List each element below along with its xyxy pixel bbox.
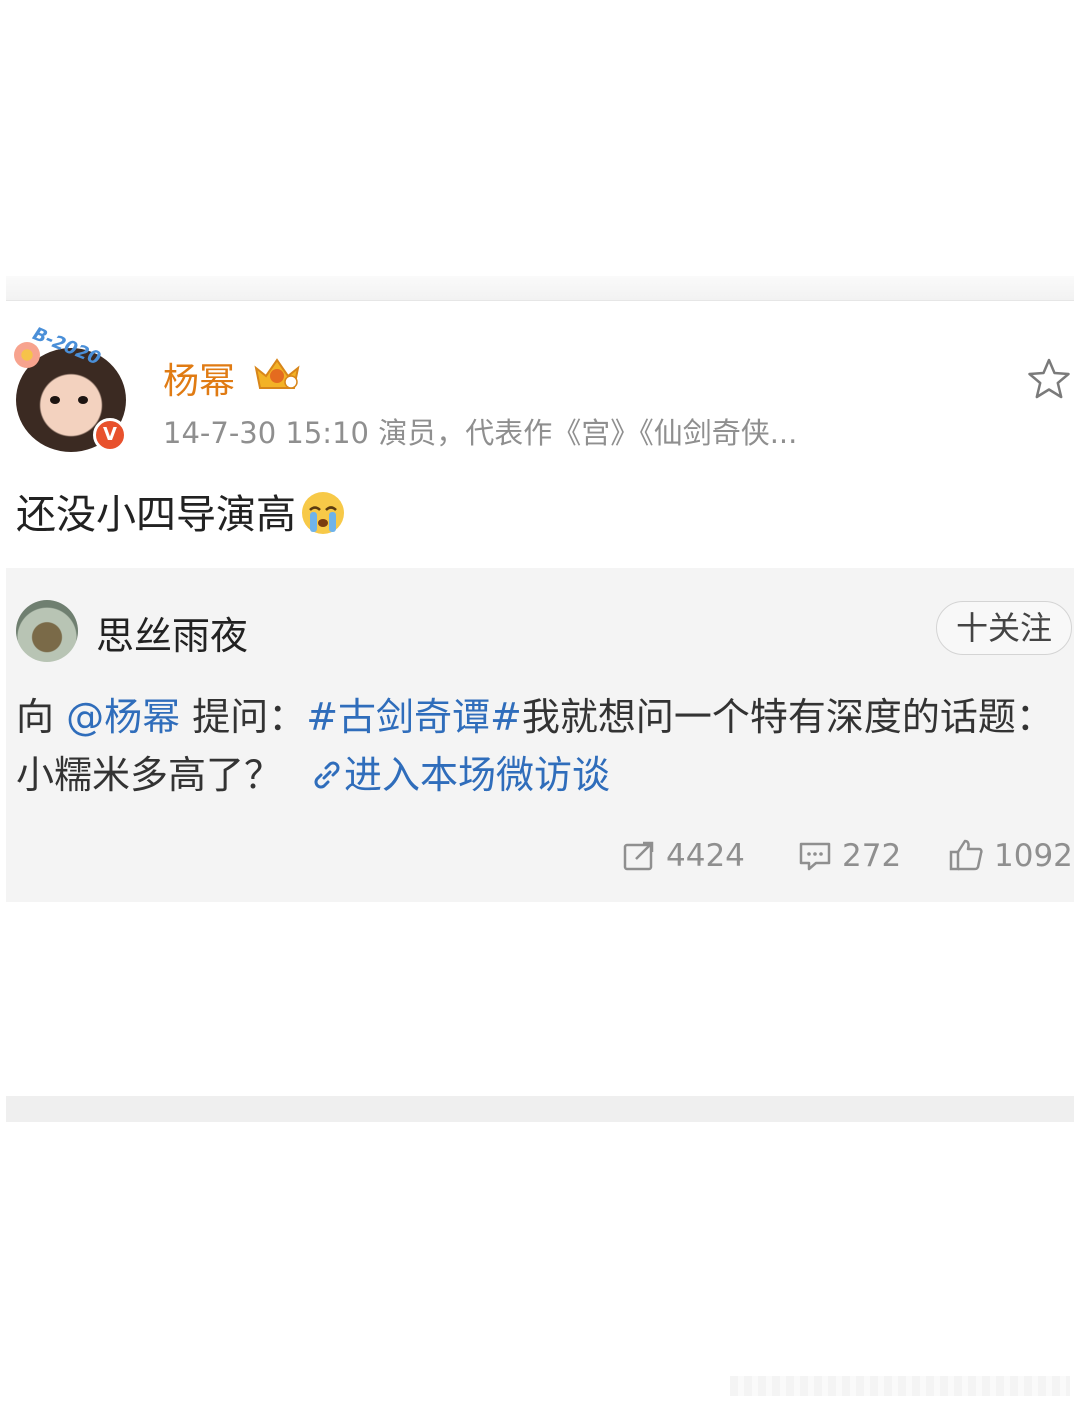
post-body: 还没小四导演高	[16, 482, 346, 540]
avatar-eye	[78, 396, 88, 404]
follow-button[interactable]: 十关注	[936, 601, 1072, 655]
watermark	[730, 1376, 1070, 1396]
repost-count: 4424	[666, 838, 745, 874]
quoted-author-name[interactable]: 思丝雨夜	[96, 605, 248, 660]
post-text: 还没小四导演高	[16, 492, 296, 538]
quoted-text-prefix: 向	[16, 695, 67, 739]
post-meta: 14-7-30 15:10 演员，代表作《宫》《仙剑奇侠...	[163, 416, 798, 450]
bottom-divider	[6, 1096, 1074, 1122]
crown-vip-icon	[254, 358, 300, 389]
quoted-author-avatar[interactable]	[16, 600, 78, 662]
comment-count: 272	[842, 838, 902, 874]
repost-icon	[623, 841, 654, 871]
comment-icon	[799, 842, 831, 871]
verified-badge-icon: V	[93, 418, 127, 452]
repost-button[interactable]: 4424	[622, 838, 745, 880]
avatar-eye	[50, 396, 60, 404]
quoted-text-mid: 提问：	[180, 695, 307, 739]
link-chain-icon[interactable]	[310, 758, 344, 792]
top-divider	[6, 276, 1074, 301]
hashtag-link[interactable]: #古剑奇谭#	[306, 695, 522, 739]
interview-link[interactable]: 进入本场微访谈	[344, 753, 610, 797]
like-button[interactable]: 1092	[948, 838, 1073, 880]
author-name[interactable]: 杨幂	[163, 352, 235, 404]
crying-face-icon	[302, 492, 344, 534]
like-count: 1092	[994, 838, 1073, 874]
favorite-star-icon[interactable]	[1026, 356, 1072, 402]
mention-link[interactable]: @杨幂	[66, 695, 180, 739]
quoted-text: 向 @杨幂 提问：#古剑奇谭#我就想问一个特有深度的话题：小糯米多高了？ 进入本…	[16, 688, 1056, 804]
avatar-badge-text: B-2020	[29, 323, 104, 370]
comment-button[interactable]: 272	[798, 838, 901, 880]
thumbs-up-icon	[949, 839, 983, 871]
